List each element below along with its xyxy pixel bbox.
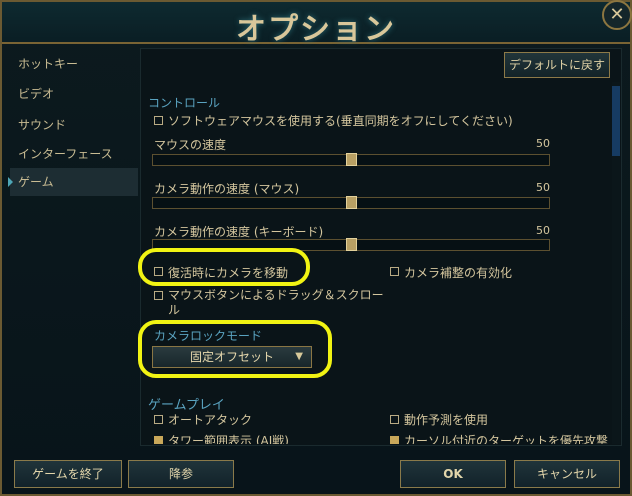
camera-speed-keyboard-value: 50 — [536, 224, 550, 237]
sidebar-item-label: サウンド — [18, 118, 67, 132]
cancel-button[interactable]: キャンセル — [514, 460, 620, 488]
cursor-target-label: カーソル付近のターゲットを優先攻撃 — [404, 434, 609, 444]
mouse-drag-scroll-checkbox[interactable] — [154, 291, 163, 300]
mouse-drag-scroll-label: マウスボタンによるドラッグ＆スクロー — [168, 288, 384, 302]
close-icon[interactable]: ✕ — [602, 0, 632, 30]
active-arrow-icon — [8, 177, 13, 187]
sidebar: ホットキー ビデオ サウンド インターフェース ゲーム — [8, 48, 138, 446]
sidebar-item-label: ゲーム — [18, 175, 54, 189]
sidebar-item-hotkeys[interactable]: ホットキー — [10, 50, 138, 78]
ok-button[interactable]: OK — [400, 460, 506, 488]
window-title: オプション — [236, 12, 396, 47]
tower-range-label: タワー範囲表示 (AI戦) — [168, 434, 289, 444]
sidebar-item-label: ビデオ — [18, 87, 55, 101]
options-window: オプション ✕ ホットキー ビデオ サウンド インターフェース ゲーム デフォル… — [0, 0, 632, 496]
sidebar-item-video[interactable]: ビデオ — [10, 80, 138, 108]
camera-speed-mouse-value: 50 — [536, 181, 550, 194]
mouse-speed-value: 50 — [536, 137, 550, 150]
sidebar-item-label: インターフェース — [18, 147, 113, 161]
reset-defaults-button[interactable]: デフォルトに戻す — [504, 52, 610, 78]
mouse-speed-slider-thumb[interactable] — [345, 153, 357, 166]
sidebar-item-interface[interactable]: インターフェース — [10, 140, 138, 168]
camera-smoothing-checkbox[interactable] — [390, 267, 399, 276]
title-bar: オプション — [2, 2, 630, 47]
movement-prediction-label: 動作予測を使用 — [404, 413, 489, 427]
highlight-move-camera — [138, 248, 310, 286]
camera-smoothing-label: カメラ補整の有効化 — [404, 266, 513, 280]
camera-speed-keyboard-label: カメラ動作の速度 (キーボード) — [154, 225, 324, 239]
software-mouse-checkbox[interactable] — [154, 116, 163, 125]
sidebar-item-sound[interactable]: サウンド — [10, 111, 138, 139]
sidebar-item-label: ホットキー — [18, 57, 79, 71]
mouse-speed-label: マウスの速度 — [154, 138, 227, 152]
sidebar-item-game[interactable]: ゲーム — [8, 168, 138, 196]
clipped-row: タワー範囲表示 (AI戦) カーソル付近のターゲットを優先攻撃 — [142, 432, 610, 444]
movement-prediction-checkbox[interactable] — [390, 415, 399, 424]
mouse-drag-scroll-label-continued: ル — [168, 303, 181, 317]
surrender-button[interactable]: 降参 — [128, 460, 234, 488]
scrollbar-thumb[interactable] — [612, 86, 620, 156]
auto-attack-label: オートアタック — [168, 413, 253, 427]
panel-scrollbar[interactable] — [612, 82, 620, 444]
camera-speed-mouse-slider-thumb[interactable] — [345, 196, 357, 209]
software-mouse-label: ソフトウェアマウスを使用する(垂直同期をオフにしてください) — [168, 114, 513, 128]
auto-attack-checkbox[interactable] — [154, 415, 163, 424]
highlight-camera-lock-mode — [138, 320, 332, 378]
tower-range-checkbox[interactable] — [154, 436, 163, 444]
camera-speed-keyboard-slider-thumb[interactable] — [345, 238, 357, 251]
camera-speed-mouse-label: カメラ動作の速度 (マウス) — [154, 182, 300, 196]
section-title-controls: コントロール — [148, 96, 221, 110]
quit-game-button[interactable]: ゲームを終了 — [14, 460, 122, 488]
cursor-target-checkbox[interactable] — [390, 436, 399, 444]
